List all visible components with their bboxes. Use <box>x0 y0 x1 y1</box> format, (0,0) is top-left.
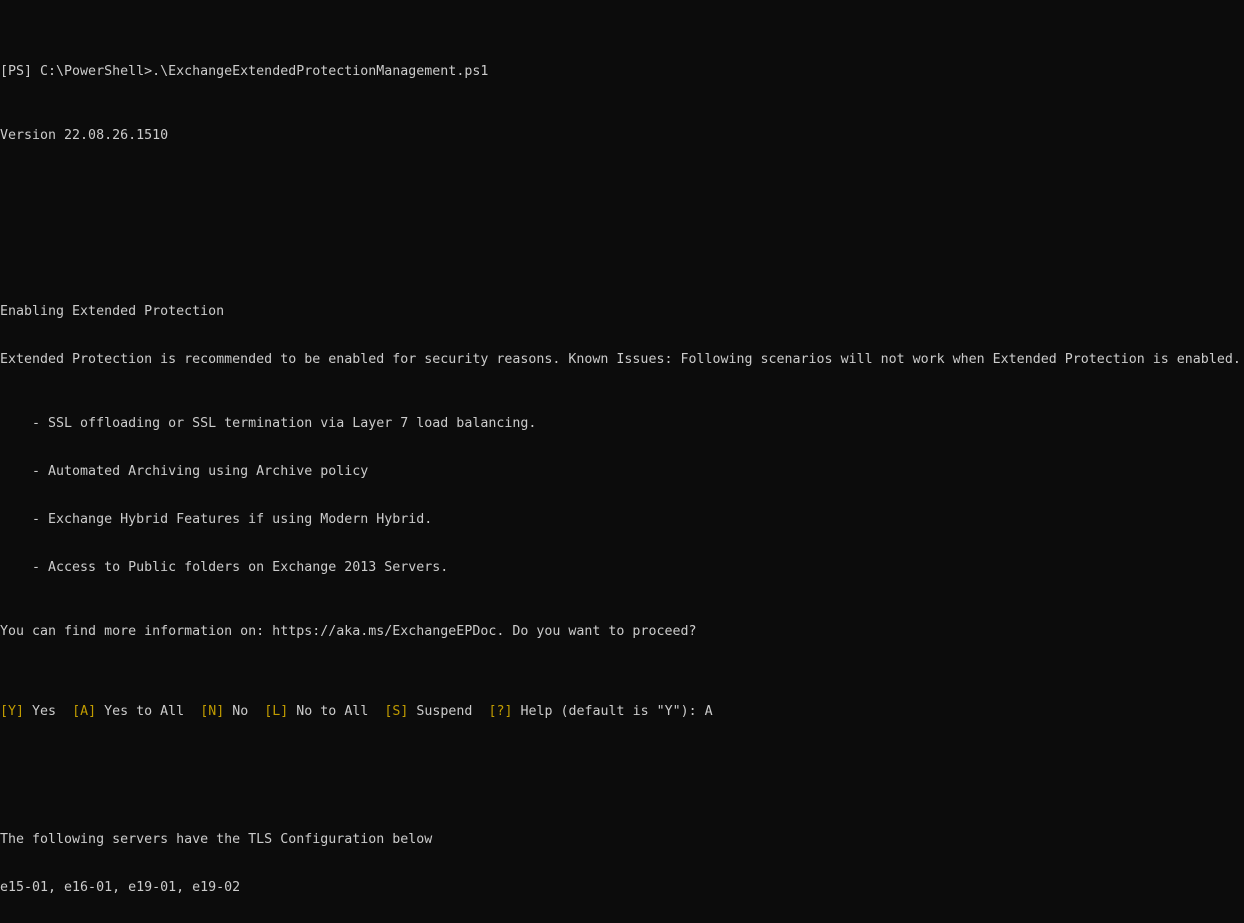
choice-key[interactable]: [N] <box>200 704 224 719</box>
choice-label: Suspend <box>408 704 488 719</box>
choice-key[interactable]: [S] <box>384 704 408 719</box>
choice-label: No to All <box>288 704 384 719</box>
prompt-text: [PS] C:\PowerShell> <box>0 64 152 79</box>
choice-key[interactable]: [?] <box>488 704 512 719</box>
version-line: Version 22.08.26.1510 <box>0 128 1244 144</box>
known-issue-item: - Exchange Hybrid Features if using Mode… <box>0 512 1244 528</box>
known-issue-item: - SSL offloading or SSL termination via … <box>0 416 1244 432</box>
choice-key[interactable]: [A] <box>72 704 96 719</box>
blank-line-2 <box>0 240 1244 256</box>
choice-prompt-line[interactable]: [Y] Yes [A] Yes to All [N] No [L] No to … <box>0 704 1244 720</box>
choice-default-text: (default is "Y"): <box>553 704 705 719</box>
known-issue-item: - Access to Public folders on Exchange 2… <box>0 560 1244 576</box>
blank-line-3 <box>0 768 1244 784</box>
more-info-text: You can find more information on: https:… <box>0 624 1244 640</box>
powershell-console[interactable]: [PS] C:\PowerShell>.\ExchangeExtendedPro… <box>0 0 1244 923</box>
tls-intro-text: The following servers have the TLS Confi… <box>0 832 1244 848</box>
blank-line-1 <box>0 192 1244 208</box>
tls-servers-line: e15-01, e16-01, e19-01, e19-02 <box>0 880 1244 896</box>
choice-key[interactable]: [Y] <box>0 704 24 719</box>
command-text: .\ExchangeExtendedProtectionManagement.p… <box>152 64 488 79</box>
choice-label: Yes to All <box>96 704 200 719</box>
choice-label: No <box>224 704 264 719</box>
choice-label: Yes <box>24 704 72 719</box>
choice-answer: A <box>705 704 713 719</box>
known-issue-item: - Automated Archiving using Archive poli… <box>0 464 1244 480</box>
choice-label: Help <box>512 704 552 719</box>
command-line: [PS] C:\PowerShell>.\ExchangeExtendedPro… <box>0 64 1244 80</box>
choice-key[interactable]: [L] <box>264 704 288 719</box>
enabling-heading: Enabling Extended Protection <box>0 304 1244 320</box>
recommendation-text: Extended Protection is recommended to be… <box>0 352 1244 368</box>
